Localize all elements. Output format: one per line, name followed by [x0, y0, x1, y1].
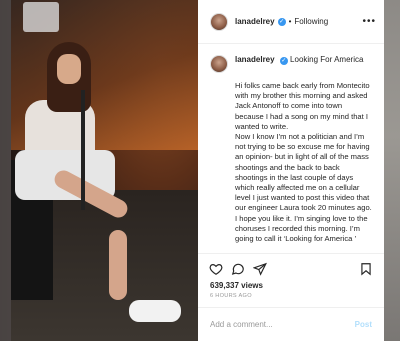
verified-badge-icon: ✓ — [279, 57, 288, 65]
bookmark-icon[interactable] — [358, 261, 374, 277]
caption-username[interactable]: lanadelrey — [235, 55, 275, 64]
view-count[interactable]: 639,337 views — [198, 281, 384, 290]
post-modal: lanadelrey ✓ • Following ••• lanadelrey … — [11, 0, 384, 341]
avatar[interactable] — [210, 12, 228, 31]
header-username[interactable]: lanadelrey — [235, 17, 275, 26]
share-icon[interactable] — [252, 261, 268, 277]
verified-badge-icon: ✓ — [277, 17, 286, 26]
video-person-leg — [109, 230, 127, 300]
caption-header: lanadelrey ✓ Looking For America — [210, 55, 372, 73]
video-speaker — [23, 2, 59, 32]
video-person-shoe — [129, 300, 181, 322]
video-person-face — [57, 54, 81, 84]
heart-icon[interactable] — [208, 261, 224, 277]
post-side-panel: lanadelrey ✓ • Following ••• lanadelrey … — [198, 0, 384, 341]
caption-title: Looking For America — [290, 55, 364, 64]
separator-dot: • — [288, 17, 292, 26]
following-button[interactable]: Following — [294, 17, 328, 26]
caption-text: Hi folks came back early from Montecito … — [235, 81, 372, 244]
post-comment-button[interactable]: Post — [355, 320, 372, 329]
caption-author-line: lanadelrey ✓ Looking For America — [235, 55, 363, 65]
comments-area: lanadelrey ✓ Looking For America Hi folk… — [198, 44, 384, 253]
comment-icon[interactable] — [230, 261, 246, 277]
comment-form: Post — [198, 307, 384, 341]
comment-input[interactable] — [210, 320, 355, 329]
post-timestamp: 6 HOURS AGO — [210, 293, 252, 299]
avatar[interactable] — [210, 55, 228, 73]
post-video[interactable] — [11, 0, 198, 341]
post-header: lanadelrey ✓ • Following ••• — [198, 0, 384, 44]
background-feed-right — [383, 0, 400, 341]
action-bar — [198, 253, 384, 283]
more-options-icon[interactable]: ••• — [362, 16, 376, 27]
video-microphone — [81, 90, 85, 210]
